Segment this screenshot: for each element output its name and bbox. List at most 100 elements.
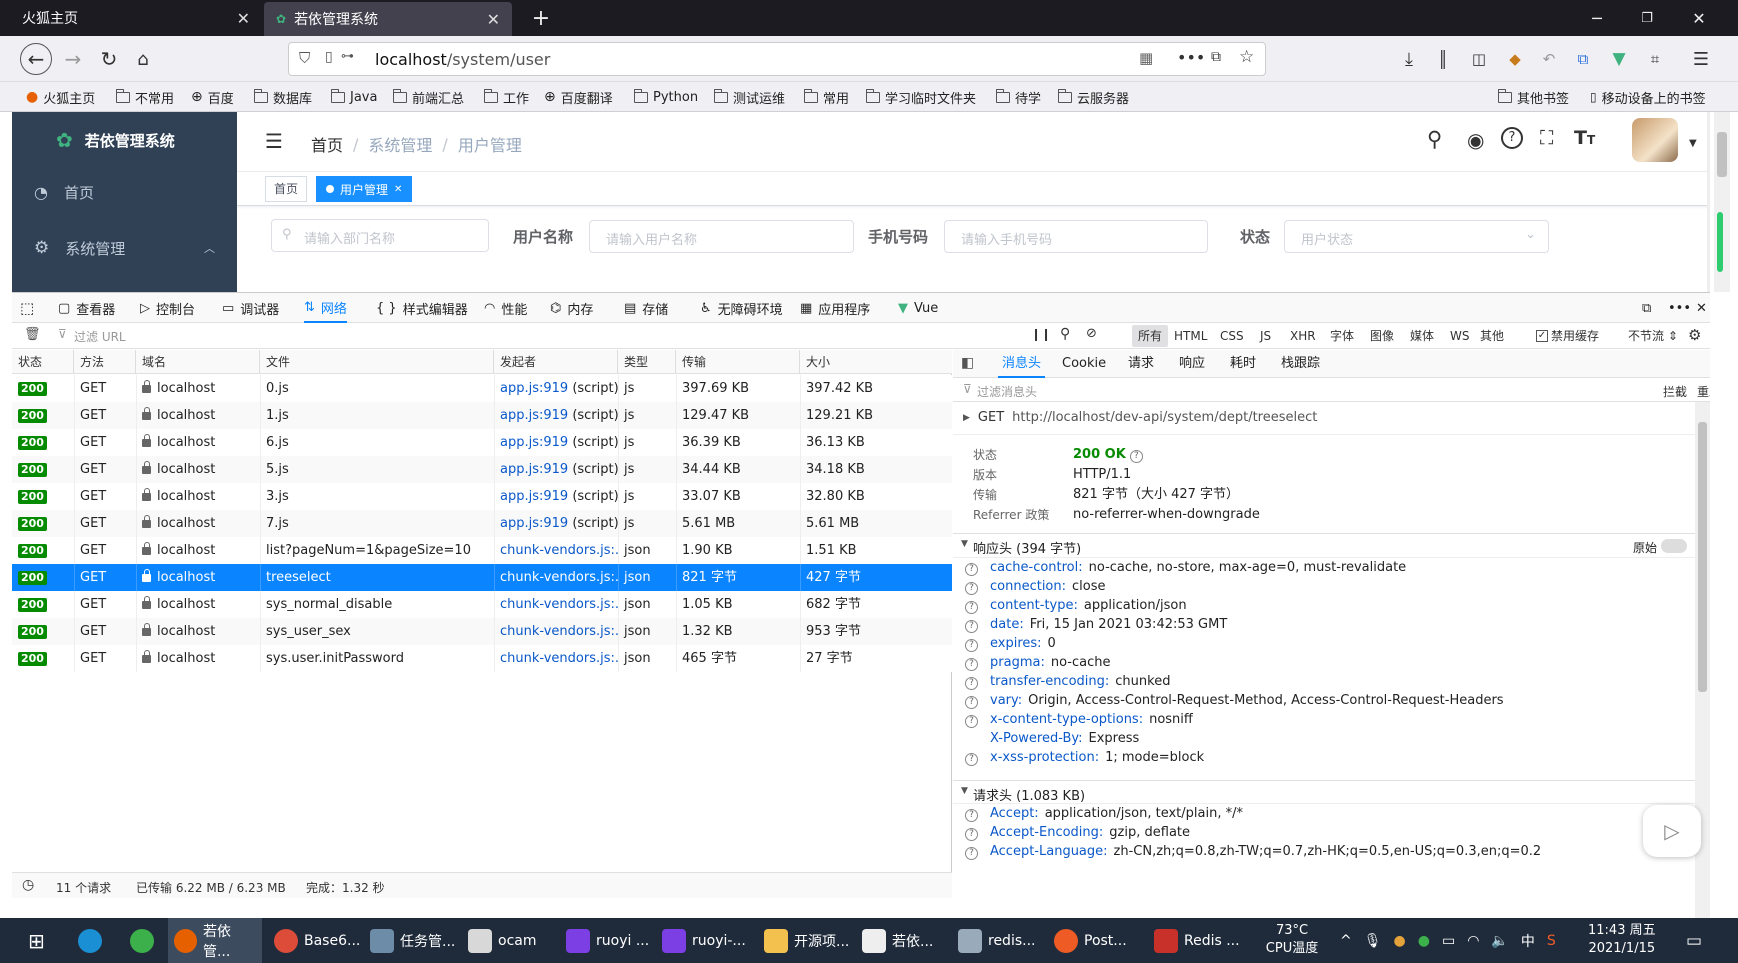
- bookmark-item[interactable]: ● 火狐主页: [26, 82, 95, 112]
- page-scrollbar[interactable]: [1707, 112, 1710, 292]
- github-icon[interactable]: ◉: [1467, 128, 1484, 152]
- battery-icon[interactable]: ▭: [1442, 933, 1455, 949]
- initiator-link[interactable]: chunk-vendors.js:...: [500, 597, 618, 612]
- table-row[interactable]: 200 GET localhost 5.js app.js:919 (script) js…: [12, 456, 952, 483]
- initiator-link[interactable]: app.js:919: [500, 381, 568, 396]
- table-row[interactable]: 200 GET localhost sys.user.initPassword chun…: [12, 645, 952, 672]
- header-row[interactable]: ? x-content-type-options: nosniff: [965, 712, 1193, 733]
- tab-network[interactable]: ⇅ 网络: [304, 293, 347, 323]
- close-window-icon[interactable]: ✕: [1676, 0, 1722, 36]
- header-row[interactable]: ? expires: 0: [965, 636, 1056, 657]
- initiator-link[interactable]: chunk-vendors.js:...: [500, 543, 618, 558]
- trash-icon[interactable]: 🗑: [24, 327, 41, 342]
- pause-icon[interactable]: ❙❙: [1031, 327, 1051, 341]
- throttle-select[interactable]: 不节流 ⇕: [1628, 323, 1678, 349]
- close-devtools-icon[interactable]: ✕: [1696, 293, 1707, 323]
- taskbar-edge[interactable]: [72, 918, 108, 963]
- table-row[interactable]: 200 GET localhost sys_user_sex chunk-vendors…: [12, 618, 952, 645]
- help-icon[interactable]: ?: [965, 620, 978, 633]
- tag-home[interactable]: 首页: [265, 176, 308, 202]
- bookmark-folder[interactable]: 前端汇总: [392, 82, 464, 112]
- bookmark-item[interactable]: ⊕ 百度: [191, 82, 234, 112]
- table-row[interactable]: 200 GET localhost treeselect chunk-vendors.j…: [12, 564, 952, 591]
- phone-input[interactable]: 请输入手机号码: [944, 220, 1208, 253]
- dock-icon[interactable]: ⧉: [1642, 293, 1651, 323]
- back-icon[interactable]: ←: [20, 43, 52, 75]
- search-icon[interactable]: ⚲: [1060, 326, 1070, 342]
- restore-icon[interactable]: ❐: [1624, 0, 1670, 36]
- header-row[interactable]: ? connection: close: [965, 579, 1106, 600]
- help-icon[interactable]: ?: [1129, 450, 1143, 463]
- bookmark-folder[interactable]: 工作: [483, 82, 529, 112]
- tab-headers[interactable]: 消息头: [998, 350, 1046, 378]
- breadcrumb-item[interactable]: 系统管理: [368, 132, 432, 156]
- help-icon[interactable]: ?: [965, 753, 978, 766]
- taskbar-app[interactable]: 若依管...: [168, 918, 262, 963]
- filter-xhr[interactable]: XHR: [1290, 323, 1316, 349]
- close-tab-icon[interactable]: ✕: [237, 9, 250, 28]
- panel-toggle-icon[interactable]: ◧: [961, 355, 974, 371]
- header-row[interactable]: ? x-xss-protection: 1; mode=block: [965, 750, 1204, 771]
- avatar[interactable]: [1632, 118, 1678, 162]
- tab-debugger[interactable]: ▭ 调试器: [222, 293, 279, 323]
- filter-images[interactable]: 图像: [1370, 323, 1394, 349]
- header-row[interactable]: ? Accept-Encoding: gzip, deflate: [965, 825, 1190, 846]
- close-tag-icon[interactable]: ✕: [394, 184, 402, 195]
- element-picker-icon[interactable]: ⬚: [20, 293, 34, 323]
- crop-icon[interactable]: ⌗: [1640, 44, 1670, 74]
- microphone-icon[interactable]: 🎙: [1364, 933, 1382, 949]
- request-headers-header[interactable]: ▼ 请求头 (1.083 KB): [953, 780, 1695, 804]
- tab-cookie[interactable]: Cookie: [1062, 350, 1106, 378]
- help-icon[interactable]: ?: [965, 715, 978, 728]
- initiator-link[interactable]: app.js:919: [500, 408, 568, 423]
- caret-down-icon[interactable]: ▼: [1689, 138, 1697, 149]
- header-row[interactable]: ? content-type: application/json: [965, 598, 1187, 619]
- initiator-link[interactable]: app.js:919: [500, 489, 568, 504]
- close-tab-icon[interactable]: ✕: [487, 10, 500, 29]
- bookmark-folder[interactable]: 常用: [803, 82, 849, 112]
- home-icon[interactable]: ⌂: [128, 44, 158, 74]
- taskbar-app[interactable]: ruoyi ...: [560, 918, 655, 963]
- taskbar-app[interactable]: redis...: [952, 918, 1041, 963]
- column-header[interactable]: 文件: [260, 350, 494, 374]
- username-input[interactable]: 请输入用户名称: [589, 220, 854, 253]
- windows-start-icon[interactable]: ⊞: [22, 918, 51, 963]
- taskbar-app[interactable]: 若依...: [856, 918, 939, 963]
- filter-media[interactable]: 媒体: [1410, 323, 1434, 349]
- tab-memory[interactable]: ⌬ 内存: [550, 293, 593, 323]
- filter-css[interactable]: CSS: [1220, 323, 1244, 349]
- header-row[interactable]: ? pragma: no-cache: [965, 655, 1110, 676]
- tray-app-icon[interactable]: ●: [1418, 933, 1430, 949]
- filter-html[interactable]: HTML: [1174, 323, 1207, 349]
- scrollbar-thumb[interactable]: [1717, 132, 1727, 177]
- qr-code-icon[interactable]: ▦: [1139, 49, 1153, 67]
- initiator-link[interactable]: chunk-vendors.js:...: [500, 570, 618, 585]
- column-header[interactable]: 类型: [618, 350, 676, 374]
- initiator-link[interactable]: app.js:919: [500, 435, 568, 450]
- status-select[interactable]: 用户状态 ⌄: [1284, 220, 1549, 253]
- help-icon[interactable]: ?: [965, 847, 978, 860]
- column-header[interactable]: 发起者: [494, 350, 618, 374]
- initiator-link[interactable]: app.js:919: [500, 516, 568, 531]
- tab-stack-trace[interactable]: 栈跟踪: [1281, 350, 1320, 378]
- forward-icon[interactable]: →: [58, 44, 88, 74]
- bookmark-folder[interactable]: Java: [330, 82, 377, 112]
- filter-fonts[interactable]: 字体: [1330, 323, 1354, 349]
- url-bar[interactable]: ⛉ ▯ ⊶ localhost/system/user ▦ ••• ⧉ ☆: [288, 42, 1266, 76]
- taskbar-app[interactable]: Post...: [1048, 918, 1133, 963]
- tab-inspector[interactable]: ▢ 查看器: [58, 293, 115, 323]
- block-button[interactable]: 拦截: [1663, 383, 1687, 400]
- initiator-link[interactable]: chunk-vendors.js:...: [500, 624, 618, 639]
- tab-console[interactable]: ▷ 控制台: [140, 293, 195, 323]
- header-row[interactable]: ?X-Powered-By:Express: [965, 731, 1139, 752]
- disable-cache-checkbox[interactable]: ✓ 禁用缓存: [1536, 323, 1599, 349]
- header-row[interactable]: ? transfer-encoding: chunked: [965, 674, 1170, 695]
- tab-vue[interactable]: ▼ Vue: [898, 293, 938, 323]
- clock[interactable]: 11:43 周五 2021/1/15: [1588, 922, 1656, 958]
- column-header[interactable]: 方法: [74, 350, 136, 374]
- bookmark-folder[interactable]: ▯ 移动设备上的书签: [1590, 82, 1706, 112]
- notification-icon[interactable]: ▭: [1680, 918, 1708, 963]
- filter-js[interactable]: JS: [1260, 323, 1271, 349]
- filter-ws[interactable]: WS: [1450, 323, 1469, 349]
- tab-timings[interactable]: 耗时: [1230, 350, 1256, 378]
